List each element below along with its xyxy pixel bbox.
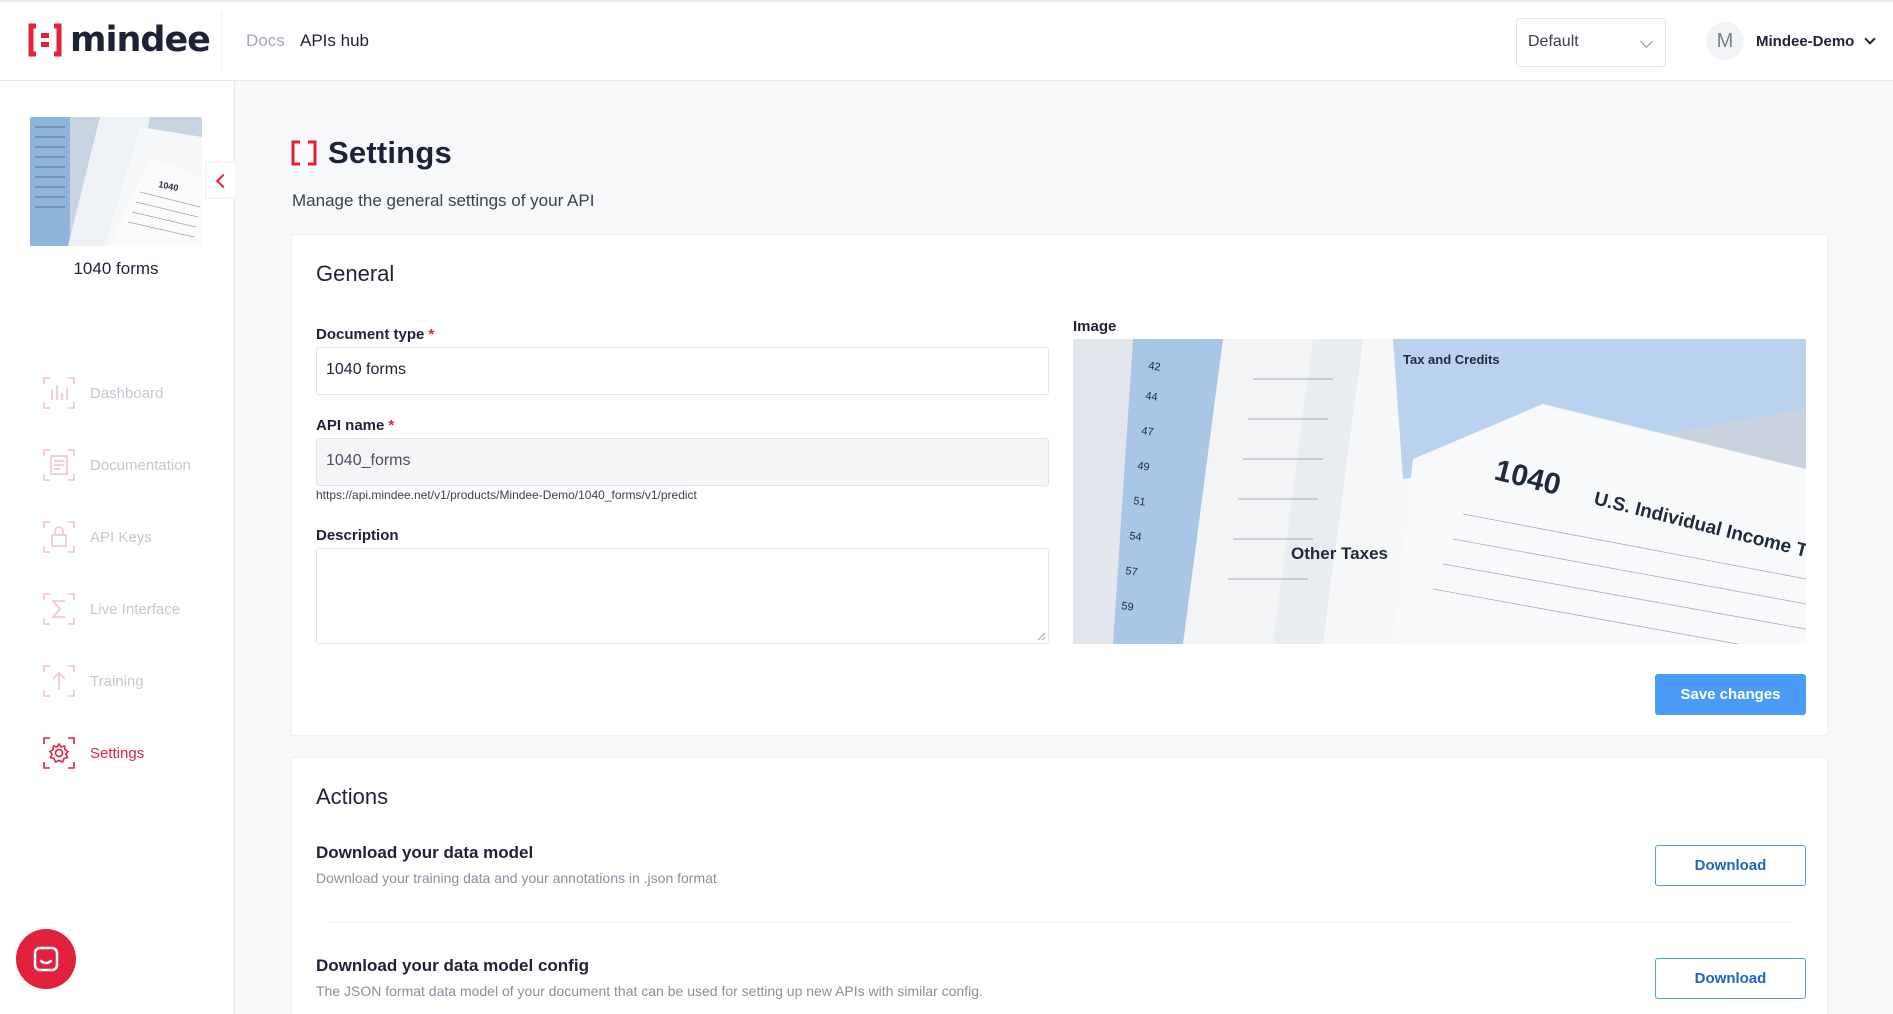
api-url-hint: https://api.mindee.net/v1/products/Minde… (316, 488, 697, 502)
api-name-input[interactable]: 1040_forms (316, 438, 1049, 486)
sidebar-item-live-interface[interactable]: Live Interface (42, 589, 232, 629)
mindee-logo-mark (28, 23, 62, 57)
download-data-model-button[interactable]: Download (1655, 845, 1806, 886)
api-image[interactable]: 42 44 47 49 51 54 57 59 Other Taxes Tax … (1073, 339, 1806, 644)
image-label: Image (1073, 318, 1117, 335)
svg-text:44: 44 (1145, 390, 1159, 404)
top-divider (221, 12, 222, 72)
sidebar-item-label: Settings (90, 744, 145, 762)
action-description: Download your training data and your ann… (316, 870, 717, 886)
sidebar-item-label: Training (90, 672, 144, 690)
sidebar: 1040 1040 forms Dashboard Documentation (0, 81, 235, 1014)
svg-text:47: 47 (1141, 425, 1155, 439)
sidebar-item-label: Live Interface (90, 600, 181, 618)
svg-text:57: 57 (1125, 565, 1139, 579)
page-subtitle: Manage the general settings of your API (292, 191, 595, 210)
svg-text:51: 51 (1133, 495, 1147, 509)
divider (330, 922, 1792, 923)
chat-launcher-button[interactable] (16, 929, 76, 989)
description-label: Description (316, 527, 399, 544)
svg-text:59: 59 (1121, 600, 1135, 614)
chat-icon (33, 946, 59, 972)
page-header: Settings (291, 135, 452, 171)
nav-docs-link[interactable]: Docs (246, 31, 285, 51)
actions-card: Actions Download your data model Downloa… (291, 757, 1828, 1014)
general-heading: General (316, 261, 395, 286)
svg-text:49: 49 (1137, 460, 1151, 474)
avatar: M (1706, 22, 1744, 60)
chevron-down-icon (1864, 33, 1877, 45)
sidebar-item-settings[interactable]: Settings (42, 733, 232, 773)
top-bar: mindee Docs APIs hub Default M Mindee-De… (0, 0, 1893, 81)
nav-apis-hub-link[interactable]: APIs hub (300, 31, 369, 51)
action-description: The JSON format data model of your docum… (316, 983, 983, 999)
chart-icon (42, 376, 76, 410)
sidebar-item-label: Dashboard (90, 384, 164, 402)
document-type-input[interactable]: 1040 forms (316, 347, 1049, 395)
brand-name: mindee (70, 20, 211, 60)
description-textarea[interactable] (316, 548, 1049, 644)
general-card: General Document type * 1040 forms API na… (291, 234, 1828, 736)
actions-heading: Actions (316, 784, 389, 809)
save-changes-button[interactable]: Save changes (1655, 674, 1806, 715)
user-menu[interactable]: M Mindee-Demo (1706, 22, 1877, 60)
sidebar-item-label: Documentation (90, 456, 191, 474)
sidebar-item-training[interactable]: Training (42, 661, 232, 701)
sidebar-item-dashboard[interactable]: Dashboard (42, 373, 232, 413)
environment-value: Default (1528, 33, 1579, 50)
document-icon (42, 448, 76, 482)
image-tax-credits-text: Tax and Credits (1403, 352, 1500, 367)
action-title: Download your data model (316, 843, 534, 862)
sigma-icon (42, 592, 76, 626)
sidebar-item-documentation[interactable]: Documentation (42, 445, 232, 485)
environment-select[interactable]: Default (1516, 18, 1666, 67)
api-title: 1040 forms (73, 259, 159, 278)
user-name: Mindee-Demo (1756, 32, 1855, 50)
lock-icon (42, 520, 76, 554)
sidebar-item-label: API Keys (90, 528, 152, 546)
download-data-model-config-button[interactable]: Download (1655, 958, 1806, 999)
document-type-label: Document type * (316, 326, 435, 343)
svg-text:54: 54 (1129, 530, 1143, 544)
api-thumbnail: 1040 (30, 117, 202, 246)
chevron-down-icon (1640, 35, 1653, 48)
page-title: Settings (328, 135, 452, 170)
upload-icon (42, 664, 76, 698)
sidebar-item-api-keys[interactable]: API Keys (42, 517, 232, 557)
gear-icon (42, 736, 76, 770)
image-other-taxes-text: Other Taxes (1291, 544, 1388, 563)
svg-text:42: 42 (1148, 360, 1162, 374)
mindee-logo[interactable]: mindee (28, 20, 211, 60)
api-name-label: API name * (316, 417, 395, 434)
resize-handle-icon (1037, 632, 1046, 641)
collapse-sidebar-button[interactable] (205, 161, 235, 199)
bracket-icon (291, 140, 317, 166)
action-title: Download your data model config (316, 956, 589, 975)
